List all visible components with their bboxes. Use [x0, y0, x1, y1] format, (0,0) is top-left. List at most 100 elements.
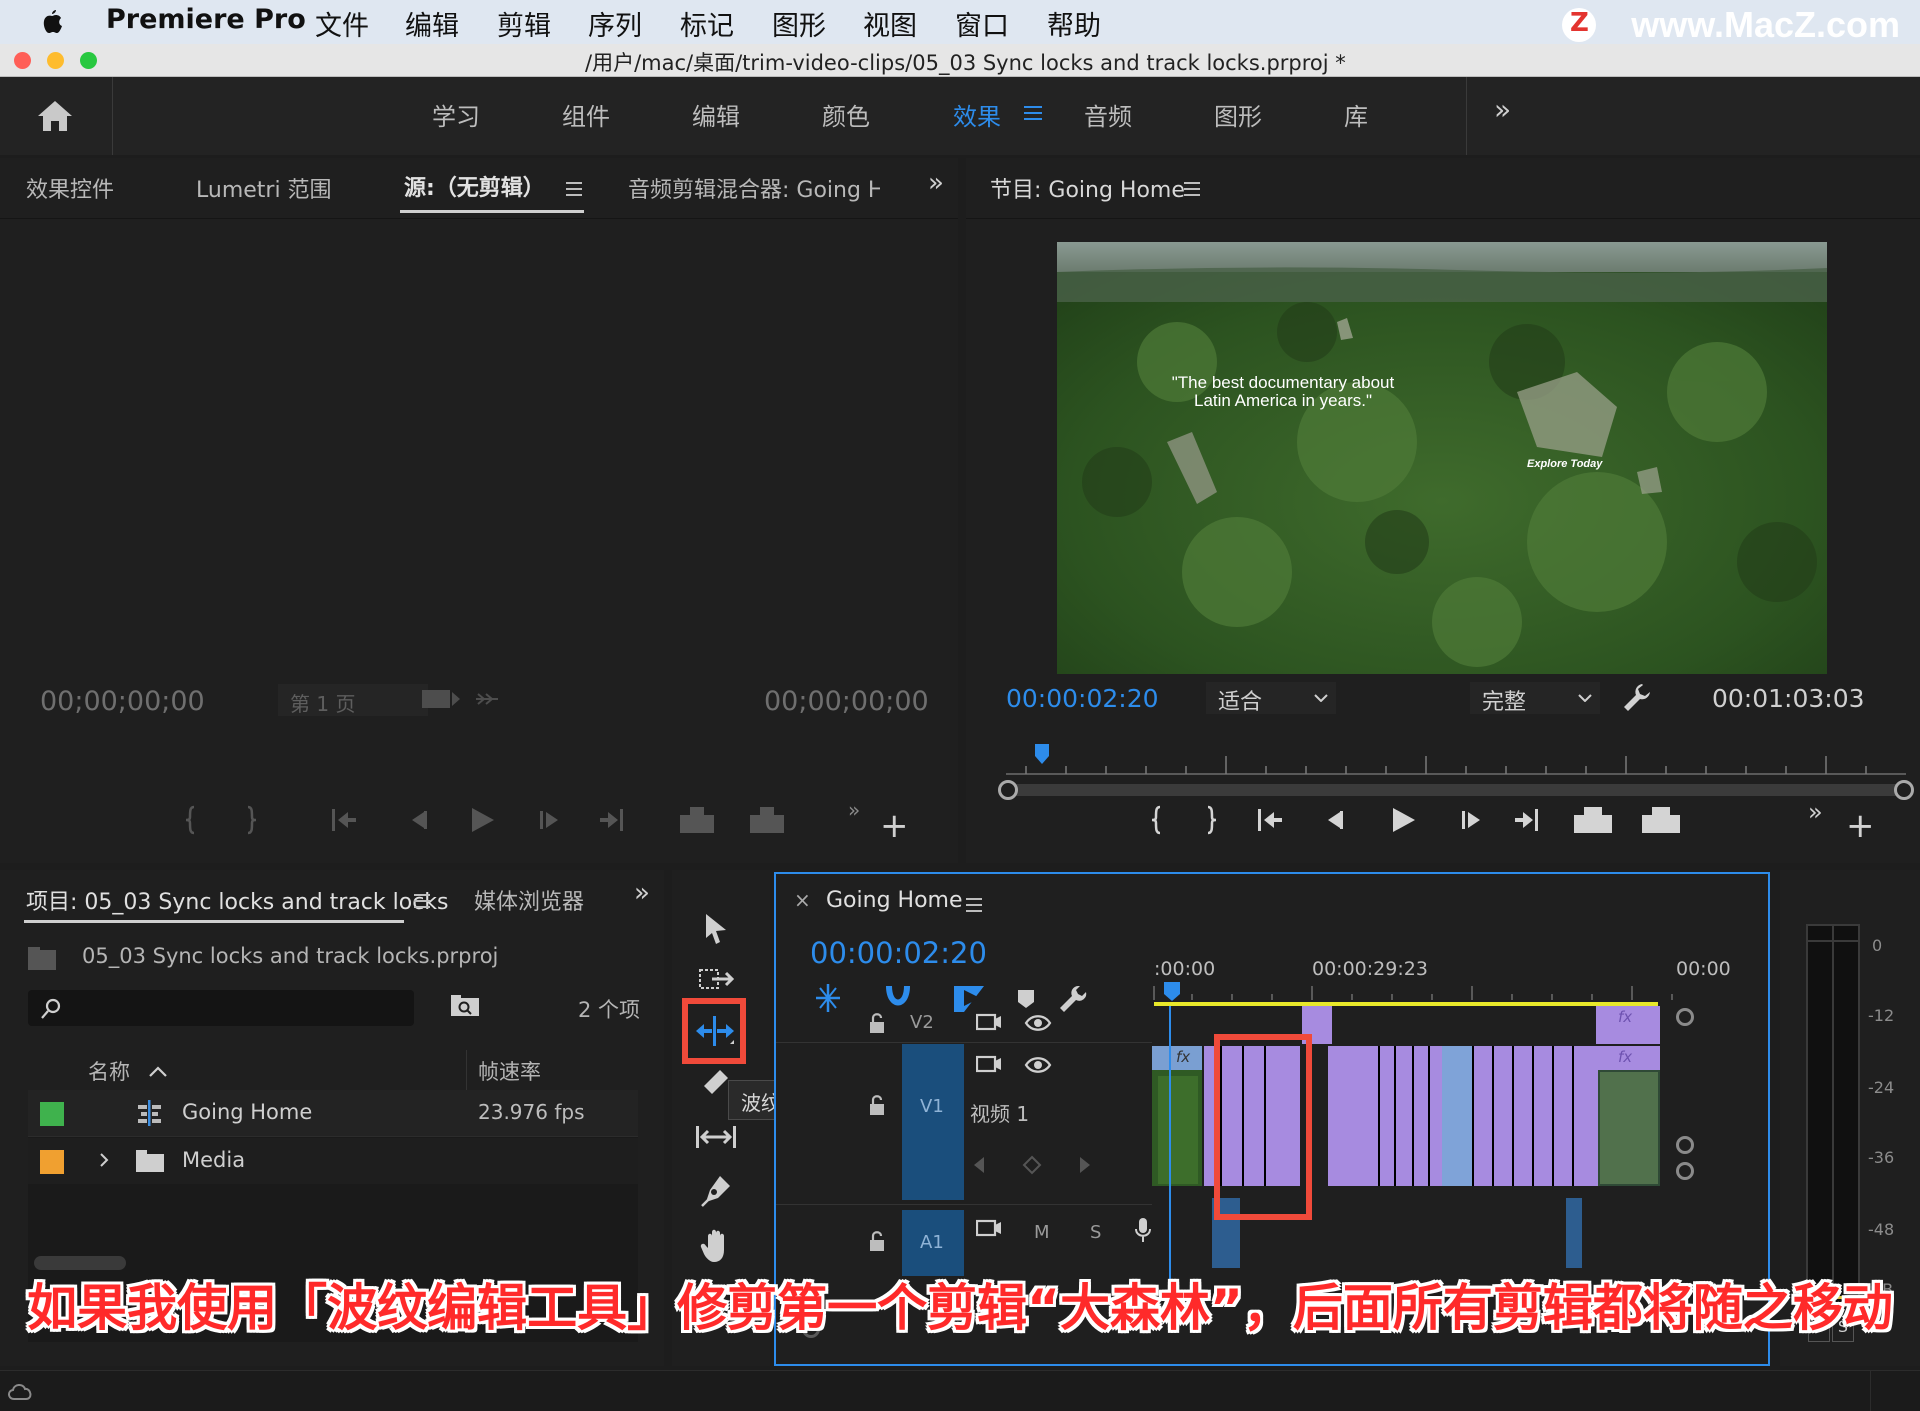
tab-effect-controls[interactable]: 效果控件 [26, 172, 114, 204]
source-timecode-in[interactable]: 00;00;00;00 [40, 686, 205, 717]
solo-track-button[interactable]: S [1090, 1222, 1101, 1243]
source-patch-v1[interactable]: V1 [902, 1044, 964, 1200]
microphone-icon[interactable] [1134, 1216, 1152, 1244]
workspace-tab-learn[interactable]: 学习 [432, 97, 480, 132]
project-panel-title[interactable]: 项目: 05_03 Sync locks and track locks [26, 884, 449, 916]
toggle-sync-lock-icon[interactable] [976, 1012, 1002, 1032]
panel-menu-icon[interactable] [414, 894, 430, 908]
source-overflow-button[interactable]: » [848, 798, 860, 822]
creative-cloud-icon[interactable] [6, 1381, 34, 1401]
scroll-handle-bottom[interactable] [1676, 1136, 1694, 1154]
slip-tool-icon[interactable] [694, 1122, 738, 1152]
page-field[interactable]: 第 1 页 [278, 684, 428, 716]
program-overflow-button[interactable]: » [1808, 798, 1823, 826]
workspace-tab-color[interactable]: 颜色 [822, 97, 870, 132]
workspace-tab-editing[interactable]: 编辑 [692, 97, 740, 132]
clip-v1-blue[interactable] [1442, 1046, 1472, 1186]
app-name-menu[interactable]: Premiere Pro [106, 4, 306, 35]
panel-overflow-button[interactable]: » [928, 168, 944, 198]
column-header-name[interactable]: 名称 [88, 1056, 130, 1086]
label-color-swatch[interactable] [40, 1150, 64, 1174]
clip-big-forest[interactable]: fx [1152, 1046, 1202, 1186]
project-search-input[interactable] [28, 990, 414, 1026]
timeline-time-ruler[interactable] [1152, 980, 1712, 1002]
chevron-right-icon[interactable] [98, 1152, 110, 1168]
menu-sequence[interactable]: 序列 [588, 4, 642, 43]
eye-icon[interactable] [1024, 1056, 1052, 1074]
program-playhead-timecode[interactable]: 00:00:02:20 [1006, 684, 1159, 713]
menu-window[interactable]: 窗口 [955, 4, 1009, 43]
lock-icon[interactable] [868, 1012, 886, 1034]
menu-markers[interactable]: 标记 [680, 4, 734, 43]
playback-resolution-select[interactable]: 完整 [1470, 682, 1600, 714]
program-transport-controls[interactable] [1146, 803, 1746, 837]
panel-overflow-button[interactable]: » [634, 878, 650, 908]
tab-media-browser[interactable]: 媒体浏览器 [474, 884, 584, 916]
tab-source[interactable]: 源:（无剪辑） [404, 170, 545, 202]
menu-file[interactable]: 文件 [315, 4, 369, 43]
clip-v2[interactable]: fx [1596, 1006, 1660, 1044]
minimize-window-button[interactable] [47, 52, 64, 69]
ripple-edit-tool-button[interactable] [682, 998, 746, 1064]
workspace-tab-effects[interactable]: 效果 [953, 97, 1001, 132]
source-patch-a1[interactable]: A1 [902, 1210, 964, 1276]
workspace-tab-audio[interactable]: 音频 [1084, 97, 1132, 132]
zoom-handle-left[interactable] [998, 780, 1018, 800]
menu-edit[interactable]: 编辑 [405, 4, 459, 43]
program-time-ruler[interactable] [1006, 744, 1906, 784]
column-header-framerate[interactable]: 帧速率 [478, 1056, 541, 1086]
list-item[interactable]: Going Home 23.976 fps [28, 1090, 638, 1137]
clip-v1-landscape[interactable]: fx [1598, 1046, 1660, 1186]
workspace-tab-libraries[interactable]: 库 [1344, 97, 1368, 132]
mute-track-button[interactable]: M [1034, 1222, 1050, 1243]
scroll-handle-top[interactable] [1676, 1008, 1694, 1026]
tab-lumetri-scopes[interactable]: Lumetri 范围 [196, 172, 332, 204]
list-item[interactable]: Media [28, 1138, 638, 1184]
program-monitor-title[interactable]: 节目: Going Home [990, 172, 1185, 204]
home-icon[interactable] [36, 99, 74, 133]
label-color-swatch[interactable] [40, 1102, 64, 1126]
sort-ascending-icon[interactable] [148, 1066, 168, 1078]
scroll-handle-audio[interactable] [1676, 1162, 1694, 1180]
menu-graphics[interactable]: 图形 [772, 4, 826, 43]
track-name-v1[interactable]: 视频 1 [970, 1098, 1029, 1127]
keyframe-navigation-icons[interactable] [968, 1154, 1098, 1176]
eye-icon[interactable] [1024, 1014, 1052, 1032]
workspace-tab-assembly[interactable]: 组件 [562, 97, 610, 132]
close-window-button[interactable] [14, 52, 31, 69]
zoom-window-button[interactable] [80, 52, 97, 69]
lock-icon[interactable] [868, 1094, 886, 1116]
source-timecode-out[interactable]: 00;00;00;00 [764, 686, 929, 717]
sequence-tab-title[interactable]: Going Home [826, 888, 963, 913]
lock-icon[interactable] [868, 1230, 886, 1252]
pen-tool-icon[interactable] [700, 1174, 732, 1208]
track-label-v2[interactable]: V2 [910, 1012, 934, 1033]
menu-clip[interactable]: 剪辑 [497, 4, 551, 43]
close-sequence-tab-icon[interactable]: × [794, 888, 811, 912]
source-transport-controls[interactable] [180, 803, 920, 837]
track-select-tool-icon[interactable] [698, 966, 734, 996]
toggle-sync-lock-icon[interactable] [976, 1054, 1002, 1074]
workspace-overflow-button[interactable]: » [1494, 93, 1511, 126]
audio-clip-a1[interactable] [1566, 1198, 1582, 1268]
program-add-button[interactable]: + [1846, 806, 1875, 846]
timeline-playhead-timecode[interactable]: 00:00:02:20 [810, 936, 987, 970]
menu-view[interactable]: 视图 [863, 4, 917, 43]
panel-menu-icon[interactable] [966, 898, 982, 912]
menu-help[interactable]: 帮助 [1047, 4, 1101, 43]
workspace-menu-icon[interactable] [1024, 105, 1042, 121]
fit-select[interactable]: 适合 [1206, 682, 1336, 714]
tab-audio-clip-mixer[interactable]: 音频剪辑混合器: Going H [628, 172, 880, 204]
apple-icon[interactable] [40, 6, 64, 36]
panel-menu-icon[interactable] [1184, 182, 1200, 196]
workspace-tab-graphics[interactable]: 图形 [1214, 97, 1262, 132]
source-add-button[interactable]: + [880, 806, 909, 846]
zoom-handle-right[interactable] [1894, 780, 1914, 800]
hand-tool-icon[interactable] [700, 1228, 734, 1264]
wrench-settings-icon[interactable] [1622, 682, 1652, 712]
playhead-line[interactable] [1169, 1006, 1171, 1292]
toggle-sync-lock-icon[interactable] [976, 1218, 1002, 1238]
program-zoom-bar[interactable] [1006, 784, 1906, 796]
selection-tool-icon[interactable] [702, 912, 730, 946]
panel-menu-icon[interactable] [566, 182, 582, 196]
